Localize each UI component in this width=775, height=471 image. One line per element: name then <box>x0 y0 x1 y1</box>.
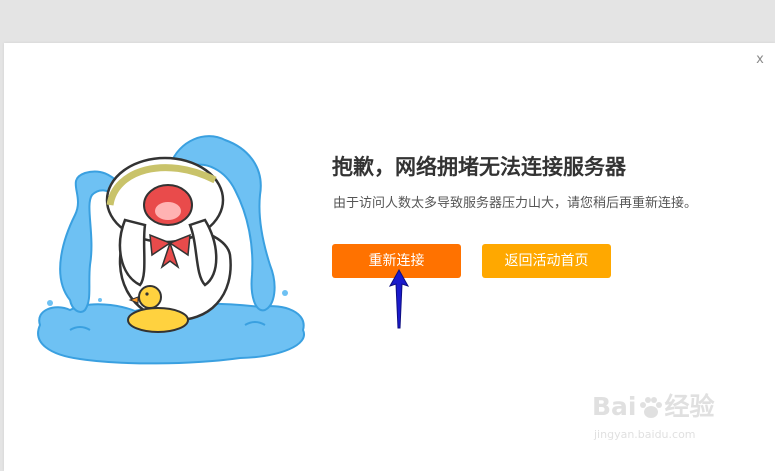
baidu-jingyan-watermark: Bai 经验 jingyan.baidu.com <box>592 390 742 452</box>
close-button[interactable]: x <box>752 51 768 69</box>
error-message: 由于访问人数太多导致服务器压力山大，请您稍后再重新连接。 <box>333 196 698 211</box>
error-title: 抱歉，网络拥堵无法连接服务器 <box>332 154 626 179</box>
watermark-logo-suffix: 经验 <box>664 392 715 421</box>
paw-icon <box>639 397 662 418</box>
screen: x 抱歉，网络拥堵无法连接服务器 由于访问人数太多导致服务器压力山大，请您稍后再… <box>0 0 775 471</box>
up-arrow-icon <box>388 268 410 329</box>
return-home-button[interactable]: 返回活动首页 <box>482 244 611 278</box>
watermark-logo-prefix: Bai <box>592 392 637 421</box>
watermark-logo: Bai 经验 <box>592 390 715 424</box>
watermark-url: jingyan.baidu.com <box>594 428 696 441</box>
crying-character-illustration <box>37 135 305 365</box>
